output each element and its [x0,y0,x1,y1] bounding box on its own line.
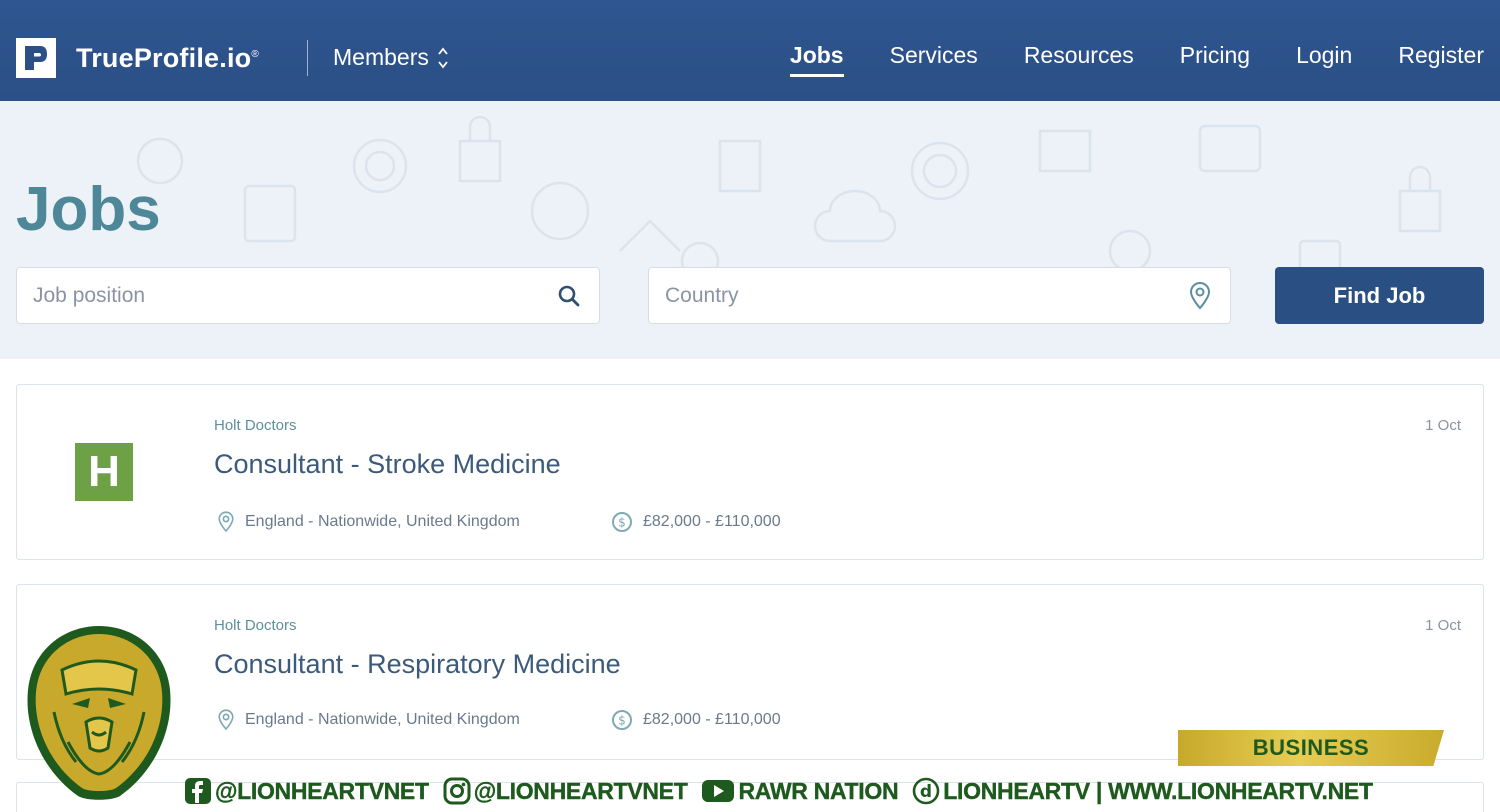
nav-pricing[interactable]: Pricing [1180,42,1250,77]
members-label: Members [333,44,429,70]
job-position-input[interactable] [17,268,539,323]
location-pin-icon [218,709,234,731]
svg-text:$: $ [618,516,626,530]
salary-text: £82,000 - £110,000 [643,711,781,728]
job-salary: $ £82,000 - £110,000 [611,709,781,731]
svg-text:d: d [920,782,932,802]
facebook-handle: @LIONHEARTVNET [184,777,429,805]
job-position-field[interactable] [16,267,600,324]
brand[interactable]: TrueProfile.io® [16,38,259,78]
chevron-updown-icon [438,47,448,68]
youtube-handle: RAWR NATION [701,777,899,805]
nav-resources[interactable]: Resources [1024,42,1134,77]
nav-login[interactable]: Login [1296,42,1352,77]
instagram-icon [443,777,471,805]
country-field[interactable] [648,267,1231,324]
job-salary: $ £82,000 - £110,000 [611,511,781,533]
dailymotion-handle: d LIONHEARTV | WWW.LIONHEARTV.NET [912,777,1373,805]
company-name[interactable]: Holt Doctors [214,617,297,634]
members-dropdown[interactable]: Members [333,44,449,71]
nav-jobs[interactable]: Jobs [789,42,844,77]
facebook-icon [185,778,211,804]
category-ribbon: BUSINESS [1178,730,1444,766]
find-job-button[interactable]: Find Job [1275,267,1484,324]
top-navbar: TrueProfile.io® Members Jobs Services Re… [0,0,1500,101]
brand-name: TrueProfile.io® [76,42,259,73]
youtube-icon [702,780,735,802]
nav-services[interactable]: Services [890,42,978,77]
svg-text:$: $ [618,714,626,728]
dailymotion-icon: d [912,777,940,805]
social-handles: @LIONHEARTVNET @LIONHEARTVNET RAWR NATIO… [184,775,1387,807]
dollar-circle-icon: $ [612,512,632,532]
job-date: 1 Oct [1425,617,1461,634]
dollar-circle-icon: $ [612,710,632,730]
salary-text: £82,000 - £110,000 [643,513,781,530]
instagram-handle: @LIONHEARTVNET [443,777,688,805]
job-location: England - Nationwide, United Kingdom [217,709,520,731]
nav-register[interactable]: Register [1398,42,1484,77]
hero-section: Jobs Find Job [0,101,1500,359]
job-title[interactable]: Consultant - Stroke Medicine [214,449,561,480]
page-title: Jobs [16,175,161,244]
search-icon[interactable] [539,284,599,308]
location-pin-icon [218,511,234,533]
brand-logo-icon [16,38,56,78]
company-logo: H [75,443,133,501]
category-label: BUSINESS [1252,735,1370,760]
company-name[interactable]: Holt Doctors [214,417,297,434]
nav-divider [307,40,308,76]
location-text: England - Nationwide, United Kingdom [245,711,520,728]
job-date: 1 Oct [1425,417,1461,434]
lion-logo-icon [27,626,171,800]
job-title[interactable]: Consultant - Respiratory Medicine [214,649,621,680]
job-location: England - Nationwide, United Kingdom [217,511,520,533]
nav-links: Jobs Services Resources Pricing Login Re… [744,42,1484,77]
location-text: England - Nationwide, United Kingdom [245,513,520,530]
job-card[interactable]: H Holt Doctors Consultant - Stroke Medic… [16,384,1484,560]
location-pin-icon[interactable] [1170,281,1230,310]
country-input[interactable] [649,268,1170,323]
